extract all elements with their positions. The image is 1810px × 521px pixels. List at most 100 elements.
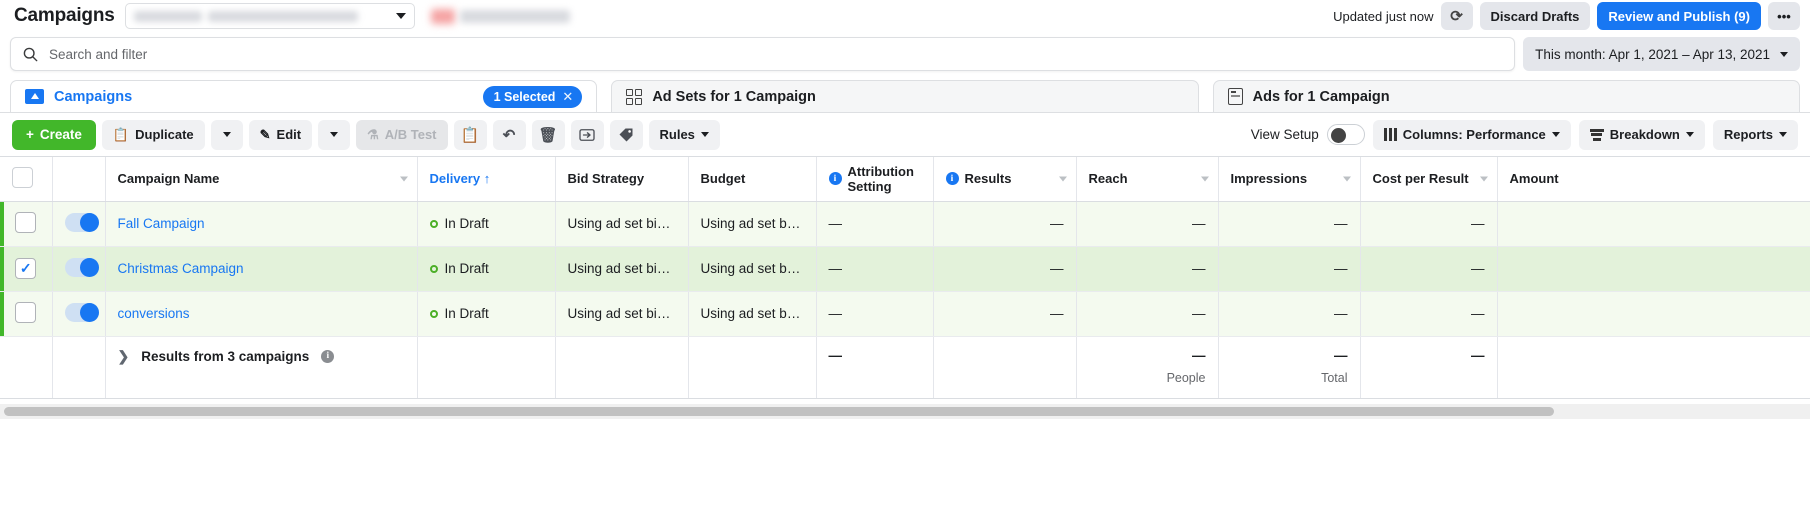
row-attribution-cell: — xyxy=(816,246,934,292)
selected-count-pill[interactable]: 1 Selected ✕ xyxy=(482,85,583,108)
scrollbar-thumb[interactable] xyxy=(4,407,1554,416)
row-campaign-name-cell[interactable]: conversions xyxy=(105,291,418,337)
ab-test-button[interactable]: ⚗ A/B Test xyxy=(356,119,448,150)
row-select-cell[interactable] xyxy=(0,201,53,247)
header-budget[interactable]: Budget xyxy=(688,157,817,202)
copy-icon: 📋 xyxy=(112,126,130,142)
search-input[interactable] xyxy=(47,45,1503,63)
row-status-toggle[interactable] xyxy=(64,257,99,277)
row-select-cell[interactable]: ✓ xyxy=(0,246,53,292)
header-delivery[interactable]: Delivery ↑ xyxy=(417,157,556,202)
flask-icon: ⚗ xyxy=(367,126,379,142)
header-bid-strategy[interactable]: Bid Strategy xyxy=(555,157,689,202)
breakdown-button[interactable]: Breakdown xyxy=(1578,119,1705,150)
row-status-toggle[interactable] xyxy=(64,212,99,232)
header-attribution-setting[interactable]: i Attribution Setting xyxy=(816,157,934,202)
search-field[interactable] xyxy=(10,37,1516,71)
tab-ad-sets[interactable]: Ad Sets for 1 Campaign xyxy=(611,80,1199,112)
header-results[interactable]: i Results xyxy=(933,157,1077,202)
summary-results-cell xyxy=(933,336,1077,399)
impressions-value: — xyxy=(1334,261,1348,276)
campaign-name-link[interactable]: conversions xyxy=(118,306,190,321)
export-button[interactable] xyxy=(570,119,604,150)
horizontal-scrollbar[interactable] xyxy=(0,404,1810,419)
select-all-header[interactable] xyxy=(0,157,53,202)
header-cost-per-result[interactable]: Cost per Result xyxy=(1360,157,1498,202)
view-setup-toggle[interactable]: View Setup xyxy=(1251,124,1365,145)
row-select-cell[interactable] xyxy=(0,291,53,337)
chevron-down-icon[interactable] xyxy=(1479,176,1488,182)
duplicate-button[interactable]: 📋 Duplicate xyxy=(101,119,205,150)
info-icon[interactable]: i xyxy=(321,349,335,363)
header-impressions[interactable]: Impressions xyxy=(1218,157,1361,202)
row-toggle-cell[interactable] xyxy=(52,201,106,247)
tag-button[interactable] xyxy=(609,119,643,150)
review-and-publish-button[interactable]: Review and Publish (9) xyxy=(1597,2,1761,30)
row-checkbox[interactable] xyxy=(15,301,37,323)
row-toggle-cell[interactable] xyxy=(52,291,106,337)
paste-button[interactable]: 📋 xyxy=(453,119,487,150)
row-campaign-name-cell[interactable]: Fall Campaign xyxy=(105,201,418,247)
columns-button[interactable]: Columns: Performance xyxy=(1372,119,1571,150)
delete-button[interactable]: 🗑 xyxy=(531,119,565,150)
reports-button[interactable]: Reports xyxy=(1712,119,1798,150)
date-range-picker[interactable]: This month: Apr 1, 2021 – Apr 13, 2021 xyxy=(1523,37,1800,71)
header-amount-label: Amount xyxy=(1509,171,1559,187)
row-checkbox[interactable]: ✓ xyxy=(15,258,37,279)
action-toolbar: + Create 📋 Duplicate ✎ Edit ⚗ A/B Test 📋… xyxy=(0,112,1810,156)
create-button[interactable]: + Create xyxy=(12,119,96,150)
campaign-name-link[interactable]: Fall Campaign xyxy=(118,216,205,231)
view-setup-switch[interactable] xyxy=(1326,124,1365,145)
row-status-toggle[interactable] xyxy=(64,302,99,322)
table-body: Fall Campaign In Draft Using ad set bid…… xyxy=(0,201,1810,399)
row-reach-cell: — xyxy=(1076,291,1219,337)
summary-impressions-cell: — Total xyxy=(1218,336,1361,399)
account-select[interactable] xyxy=(124,3,415,29)
discard-drafts-button[interactable]: Discard Drafts xyxy=(1479,2,1591,30)
row-toggle-cell[interactable] xyxy=(52,246,106,292)
page-title: Campaigns xyxy=(14,5,115,26)
summary-bid-strategy-cell xyxy=(555,336,689,399)
rules-label: Rules xyxy=(659,127,695,142)
select-all-checkbox[interactable] xyxy=(12,166,33,188)
row-amount-cell xyxy=(1497,201,1810,247)
status-dot-icon xyxy=(429,219,438,228)
row-campaign-name-cell[interactable]: Christmas Campaign xyxy=(105,246,418,292)
rules-button[interactable]: Rules xyxy=(648,119,720,150)
trash-icon: 🗑 xyxy=(538,126,558,144)
cost-per-result-value: — xyxy=(1471,261,1485,276)
export-icon xyxy=(579,128,595,141)
chevron-down-icon[interactable] xyxy=(1342,176,1351,182)
table-row[interactable]: Fall Campaign In Draft Using ad set bid…… xyxy=(0,201,1810,247)
chevron-down-icon[interactable] xyxy=(399,176,408,182)
close-icon[interactable]: ✕ xyxy=(562,89,573,105)
row-attribution-cell: — xyxy=(816,201,934,247)
info-icon[interactable]: i xyxy=(828,172,842,186)
chevron-right-icon[interactable]: ❯ xyxy=(118,348,130,365)
header-cost-per-result-label: Cost per Result xyxy=(1372,171,1469,187)
attribution-value: — xyxy=(828,261,843,276)
table-row[interactable]: ✓ Christmas Campaign In Draft Using ad s… xyxy=(0,246,1810,292)
header-amount[interactable]: Amount xyxy=(1497,157,1810,202)
row-checkbox[interactable] xyxy=(15,211,37,233)
tab-ads[interactable]: Ads for 1 Campaign xyxy=(1212,80,1800,112)
avatar-blurred xyxy=(430,8,455,24)
refresh-button[interactable]: ⟳ xyxy=(1440,2,1473,30)
impressions-value: — xyxy=(1334,306,1348,321)
duplicate-dropdown-button[interactable] xyxy=(210,119,243,150)
more-options-button[interactable]: ••• xyxy=(1768,2,1800,30)
header-campaign-name[interactable]: Campaign Name xyxy=(105,157,418,202)
table-row[interactable]: conversions In Draft Using ad set bid… U… xyxy=(0,291,1810,337)
tab-campaigns[interactable]: Campaigns 1 Selected ✕ xyxy=(10,80,598,112)
undo-button[interactable]: ↶ xyxy=(492,119,526,150)
chevron-down-icon[interactable] xyxy=(1200,176,1209,182)
edit-dropdown-button[interactable] xyxy=(318,119,351,150)
chevron-down-icon[interactable] xyxy=(1058,176,1067,182)
header-reach[interactable]: Reach xyxy=(1076,157,1219,202)
summary-label-cell[interactable]: ❯ Results from 3 campaigns i xyxy=(105,336,418,399)
info-icon[interactable]: i xyxy=(945,172,959,186)
summary-label: Results from 3 campaigns xyxy=(141,348,310,364)
reach-value: — xyxy=(1192,261,1206,276)
campaign-name-link[interactable]: Christmas Campaign xyxy=(118,261,244,276)
edit-button[interactable]: ✎ Edit xyxy=(248,119,313,150)
